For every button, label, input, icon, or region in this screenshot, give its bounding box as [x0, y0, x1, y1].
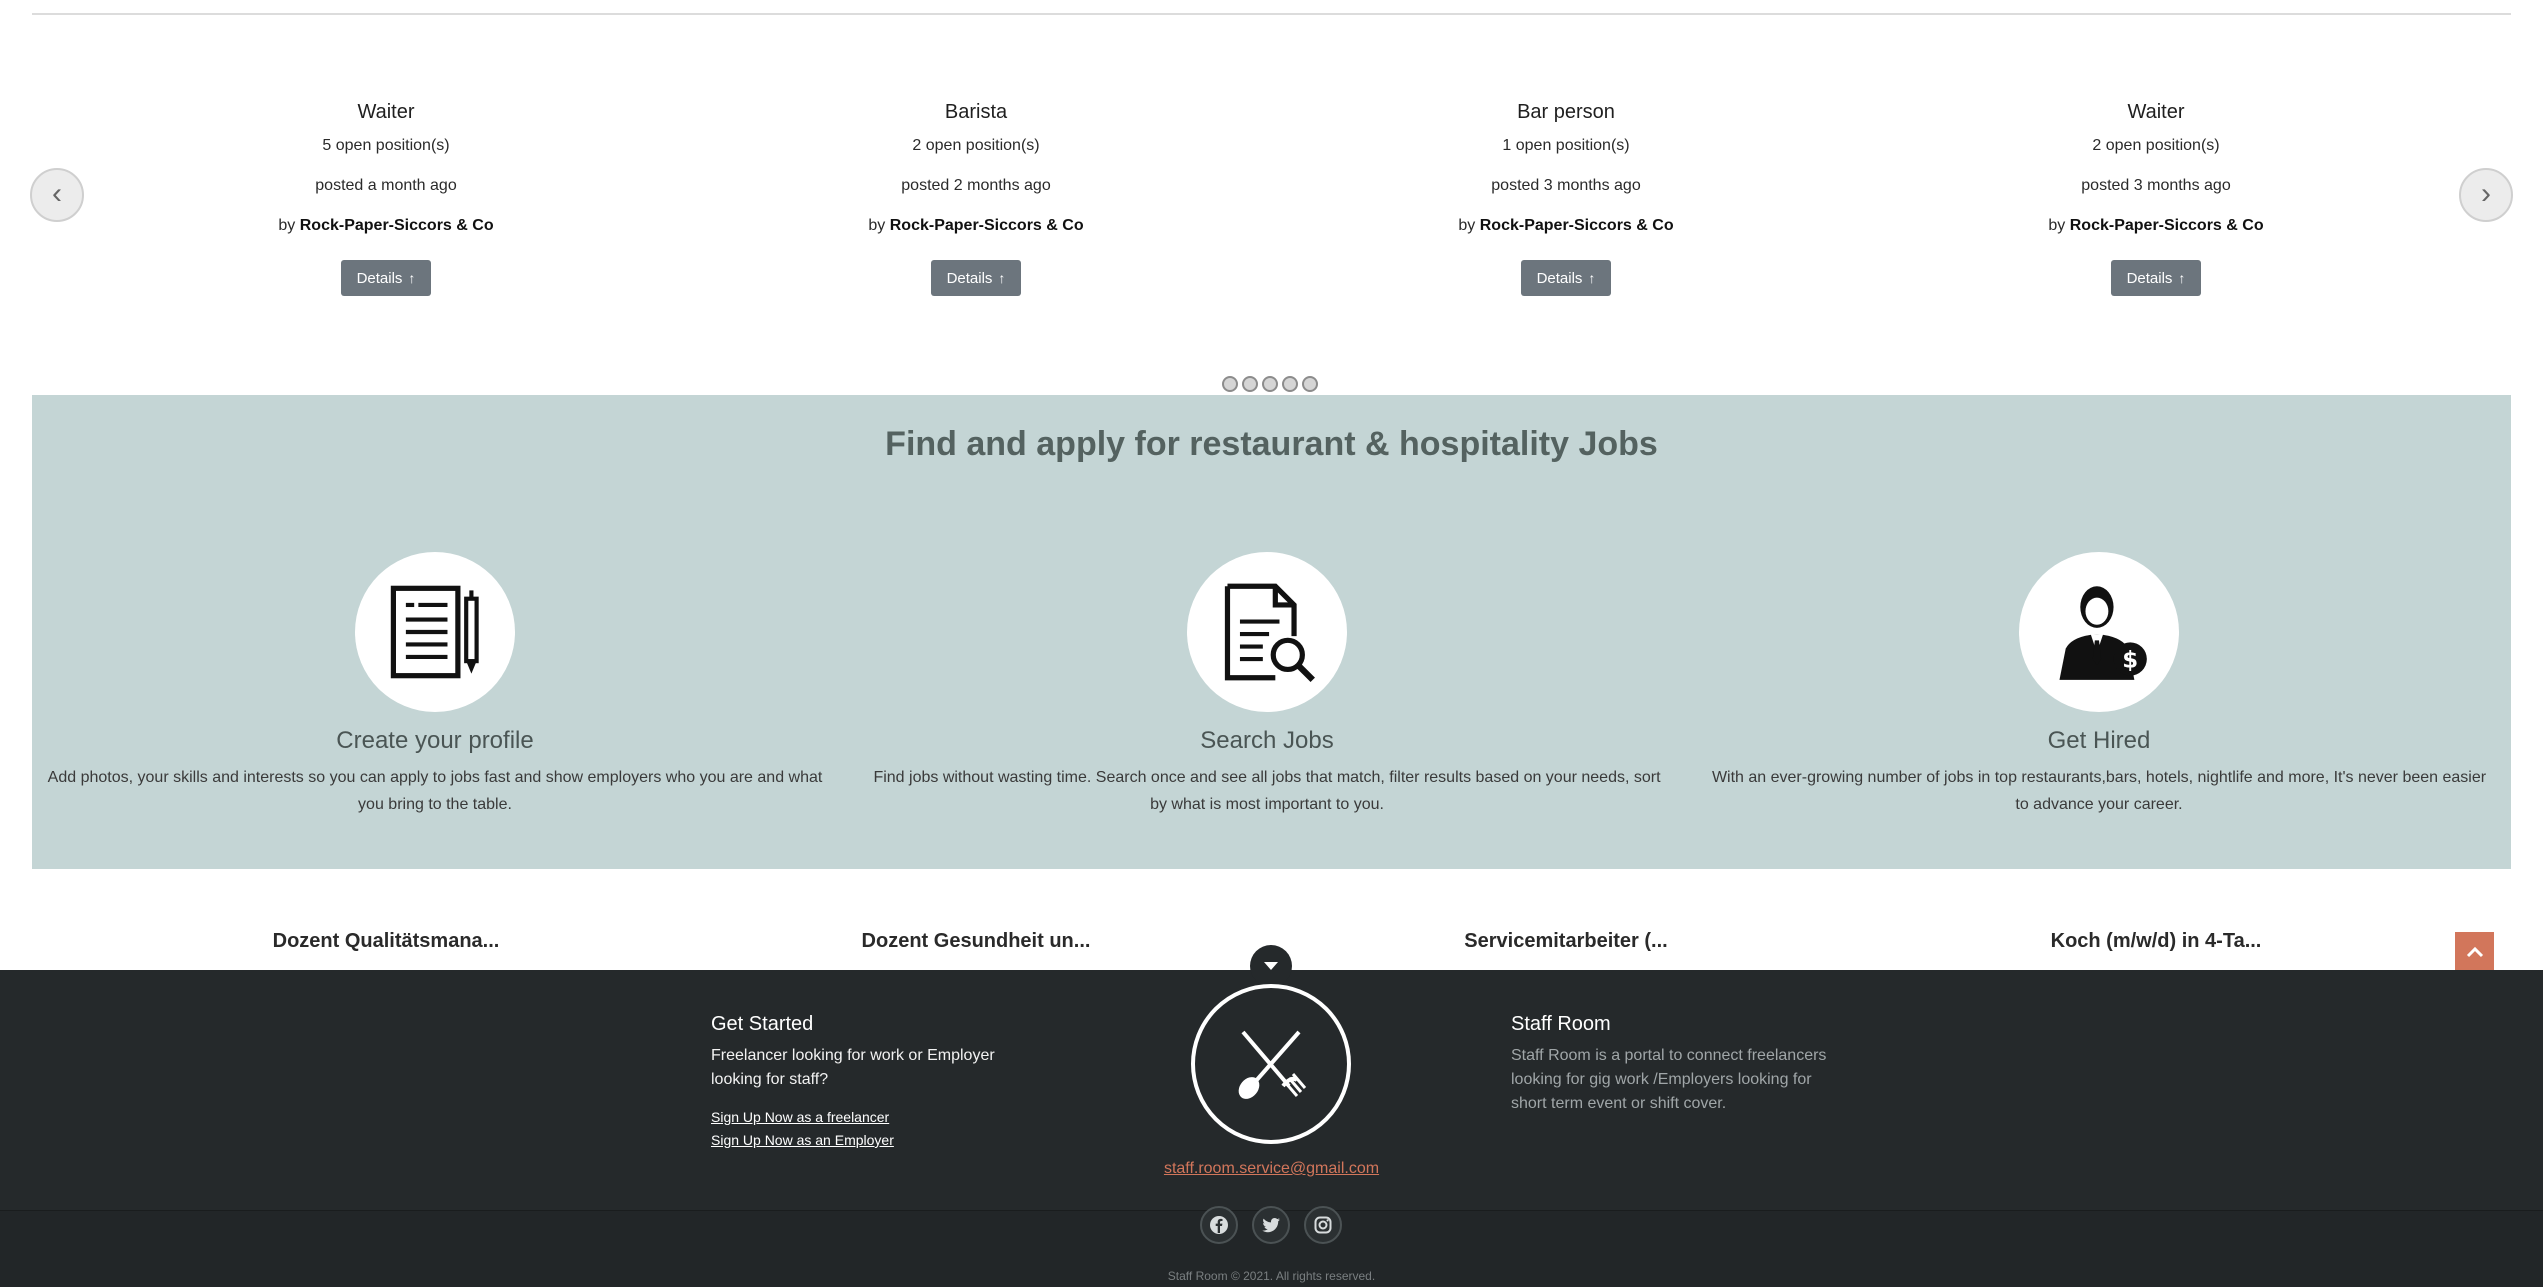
footer-text: Freelancer looking for work or Employer … [711, 1047, 995, 1088]
open-positions: 2 open position(s) [2092, 137, 2220, 154]
footer-toggle-button[interactable] [1250, 945, 1292, 987]
carousel-dot[interactable] [1282, 376, 1298, 392]
feature-icon-circle [355, 552, 515, 712]
company-name: Rock-Paper-Siccors & Co [299, 217, 494, 234]
copyright: Staff Room © 2021. All rights reserved. [1167, 1269, 1376, 1283]
carousel-dot[interactable] [1262, 376, 1278, 392]
feature-title: Search Jobs [1200, 727, 1334, 754]
resume-pen-icon [390, 585, 479, 679]
feature-search-jobs: Search Jobs Find jobs without wasting ti… [872, 552, 1662, 818]
details-label: Details [356, 270, 403, 287]
carousel-dot[interactable] [1242, 376, 1258, 392]
ticker-item[interactable]: Koch (m/w/d) in 4-Ta... [1861, 930, 2451, 953]
footer-about: Staff Room Staff Room is a portal to con… [1511, 1010, 1841, 1116]
job-title: Bar person [1517, 101, 1615, 123]
footer-logo [1191, 984, 1351, 1144]
svg-text:$: $ [2122, 647, 2138, 673]
footer-heading: Get Started [711, 1013, 814, 1035]
ticker-item[interactable]: Dozent Qualitätsmana... [91, 930, 681, 953]
footer-get-started: Get Started Freelancer looking for work … [711, 1010, 1011, 1152]
company-name: Rock-Paper-Siccors & Co [889, 217, 1084, 234]
carousel-next-button[interactable]: › [2459, 168, 2513, 222]
contact-email-link[interactable]: staff.room.service@gmail.com [0, 1160, 2543, 1178]
feature-title: Create your profile [336, 727, 534, 754]
footer-heading: Staff Room [1511, 1013, 1611, 1035]
open-positions: 2 open position(s) [912, 137, 1040, 154]
job-title: Waiter [357, 101, 415, 123]
chevron-right-icon: › [2481, 177, 2491, 210]
job-title: Barista [944, 101, 1008, 123]
businessman-money-icon: $ [2059, 586, 2147, 680]
twitter-link[interactable] [1252, 1206, 1290, 1244]
feature-text: Find jobs without wasting time. Search o… [873, 769, 1661, 813]
chevron-up-icon [2466, 946, 2483, 957]
job-card: Waiter 2 open position(s) posted 3 month… [1861, 96, 2451, 296]
how-it-works-section: Find and apply for restaurant & hospital… [32, 395, 2511, 869]
carousel-dot[interactable] [1222, 376, 1238, 392]
footer-text: Staff Room is a portal to connect freela… [1511, 1047, 1827, 1112]
ticker-item[interactable]: Servicemitarbeiter (... [1271, 930, 1861, 953]
signup-freelancer-link[interactable]: Sign Up Now as a freelancer [711, 1106, 1011, 1129]
social-links [1200, 1206, 1342, 1244]
company-line: by Rock-Paper-Siccors & Co [1861, 214, 2451, 238]
chevron-left-icon: ‹ [52, 177, 62, 210]
carousel-prev-button[interactable]: ‹ [30, 168, 84, 222]
posted-time: posted 2 months ago [901, 177, 1051, 194]
feature-icon-circle: $ [2019, 552, 2179, 712]
job-card: Barista 2 open position(s) posted 2 mont… [681, 96, 1271, 296]
carousel-indicators [1222, 376, 1318, 392]
document-search-icon [1224, 583, 1315, 683]
by-label: by [1458, 217, 1476, 234]
company-name: Rock-Paper-Siccors & Co [1479, 217, 1674, 234]
feature-create-profile: Create your profile Add photos, your ski… [40, 552, 830, 818]
company-name: Rock-Paper-Siccors & Co [2069, 217, 2264, 234]
jobs-carousel: ‹ › Waiter 5 open position(s) posted a m… [0, 0, 2543, 395]
scroll-to-top-button[interactable] [2455, 932, 2494, 971]
details-label: Details [2126, 270, 2173, 287]
carousel-dot[interactable] [1302, 376, 1318, 392]
details-label: Details [946, 270, 993, 287]
twitter-icon [1262, 1218, 1280, 1233]
signup-links: Sign Up Now as a freelancer Sign Up Now … [711, 1106, 1011, 1152]
instagram-icon [1314, 1216, 1332, 1234]
by-label: by [278, 217, 296, 234]
feature-get-hired: $ Get Hired With an ever-growing number … [1704, 552, 2494, 818]
arrow-up-icon: ↑ [408, 270, 416, 286]
job-card: Waiter 5 open position(s) posted a month… [91, 96, 681, 296]
details-button[interactable]: Details ↑ [340, 260, 432, 296]
details-button[interactable]: Details ↑ [930, 260, 1022, 296]
feature-text: Add photos, your skills and interests so… [47, 769, 823, 813]
open-positions: 1 open position(s) [1502, 137, 1630, 154]
arrow-up-icon: ↑ [2178, 270, 2186, 286]
feature-title: Get Hired [2047, 727, 2151, 754]
section-heading: Find and apply for restaurant & hospital… [885, 425, 1658, 463]
ticker-item[interactable]: Dozent Gesundheit un... [681, 930, 1271, 953]
posted-time: posted a month ago [315, 177, 457, 194]
open-positions: 5 open position(s) [322, 137, 450, 154]
feature-text: With an ever-growing number of jobs in t… [1711, 769, 2487, 813]
company-line: by Rock-Paper-Siccors & Co [1271, 214, 1861, 238]
signup-employer-link[interactable]: Sign Up Now as an Employer [711, 1129, 1011, 1152]
arrow-up-icon: ↑ [998, 270, 1006, 286]
details-button[interactable]: Details ↑ [2110, 260, 2202, 296]
facebook-link[interactable] [1200, 1206, 1238, 1244]
details-button[interactable]: Details ↑ [1520, 260, 1612, 296]
by-label: by [868, 217, 886, 234]
company-line: by Rock-Paper-Siccors & Co [681, 214, 1271, 238]
facebook-icon [1210, 1216, 1228, 1234]
details-label: Details [1536, 270, 1583, 287]
by-label: by [2048, 217, 2066, 234]
fork-spoon-icon [1238, 1030, 1307, 1099]
job-title: Waiter [2127, 101, 2185, 123]
caret-down-icon [1264, 962, 1278, 970]
posted-time: posted 3 months ago [1491, 177, 1641, 194]
company-line: by Rock-Paper-Siccors & Co [91, 214, 681, 238]
arrow-up-icon: ↑ [1588, 270, 1596, 286]
job-card: Bar person 1 open position(s) posted 3 m… [1271, 96, 1861, 296]
posted-time: posted 3 months ago [2081, 177, 2231, 194]
instagram-link[interactable] [1304, 1206, 1342, 1244]
feature-icon-circle [1187, 552, 1347, 712]
